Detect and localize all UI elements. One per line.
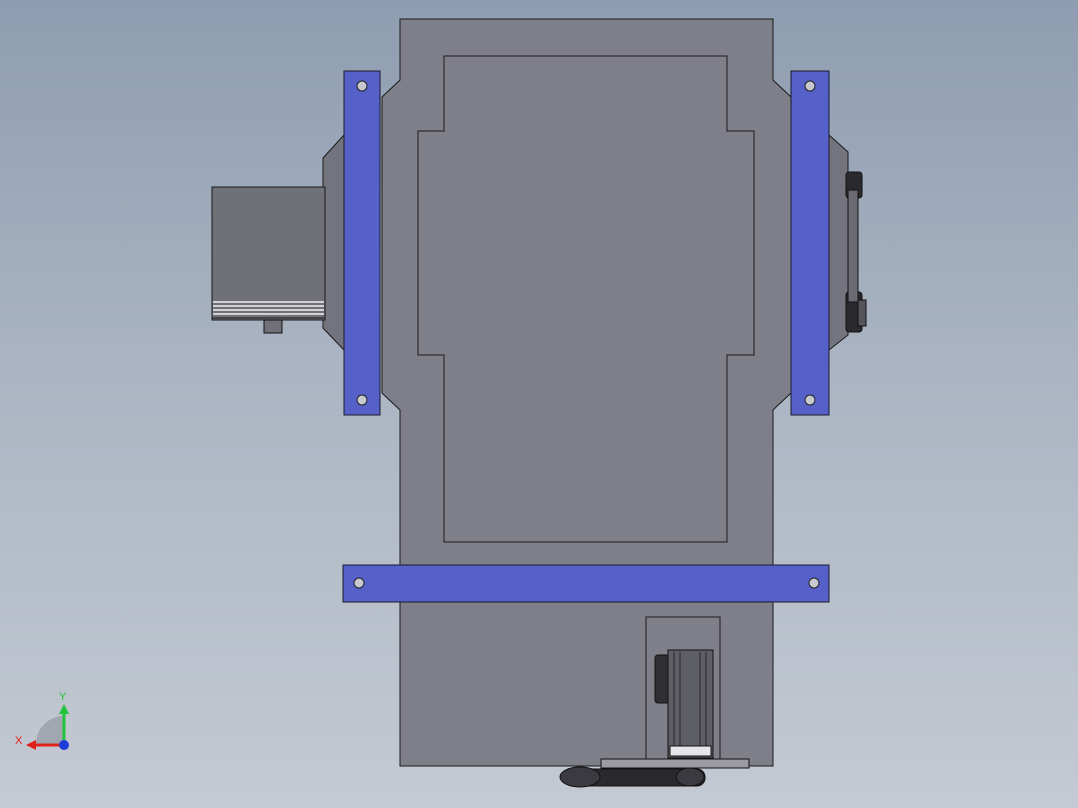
bottom-bracket[interactable]: [342, 564, 830, 603]
right-bracket-hole-bottom: [804, 394, 816, 406]
right-flange: [828, 133, 849, 352]
right-bracket-hole-top: [804, 80, 816, 92]
cad-viewport[interactable]: X Y: [0, 0, 1078, 808]
left-bracket[interactable]: [343, 70, 381, 416]
bottom-bracket-hole-right: [808, 577, 820, 589]
belt-pulley-left: [559, 766, 601, 788]
left-motor-terminal: [263, 319, 283, 334]
belt-pulley-right: [675, 767, 705, 787]
triad-y-arrow: [59, 704, 69, 714]
housing-inner-panel: [417, 55, 755, 543]
bottom-motor-collar: [669, 745, 712, 757]
right-bracket-plate: [790, 70, 830, 416]
bottom-bracket-plate: [342, 564, 830, 603]
left-motor-assembly[interactable]: [211, 133, 345, 352]
right-bracket[interactable]: [790, 70, 830, 416]
right-motor-knob: [857, 299, 867, 327]
triad-x-label: X: [15, 735, 23, 747]
triad-x-arrow: [26, 740, 36, 750]
left-bracket-hole-top: [356, 80, 368, 92]
triad-plane: [35, 716, 64, 745]
right-motor-assembly[interactable]: [828, 133, 867, 352]
coordinate-triad: X Y: [15, 691, 69, 750]
left-flange: [322, 133, 345, 352]
right-motor-core: [847, 189, 859, 303]
belt-plate: [600, 758, 750, 769]
left-motor-body: [211, 186, 326, 321]
left-bracket-plate: [343, 70, 381, 416]
bottom-bracket-hole-left: [353, 577, 365, 589]
triad-z-axis: [59, 740, 69, 750]
main-housing[interactable]: [381, 18, 792, 767]
bottom-motor-side-cap: [654, 654, 670, 704]
left-bracket-hole-bottom: [356, 394, 368, 406]
triad-y-label: Y: [59, 691, 67, 703]
